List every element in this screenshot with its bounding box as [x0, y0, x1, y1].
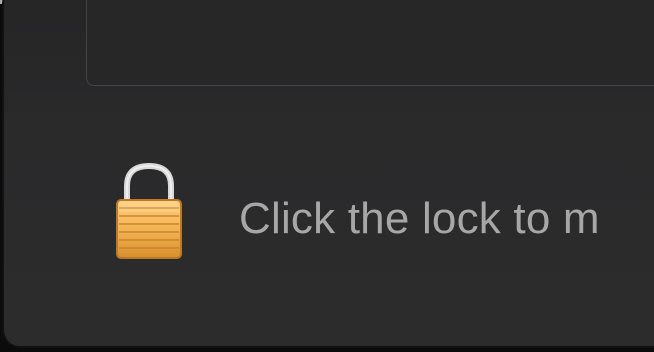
lock-button[interactable] [89, 148, 209, 278]
lock-message: Click the lock to m [239, 194, 600, 243]
lock-icon[interactable] [107, 156, 191, 268]
settings-panel [86, 0, 654, 86]
settings-window: Click the lock to m [2, 0, 654, 348]
